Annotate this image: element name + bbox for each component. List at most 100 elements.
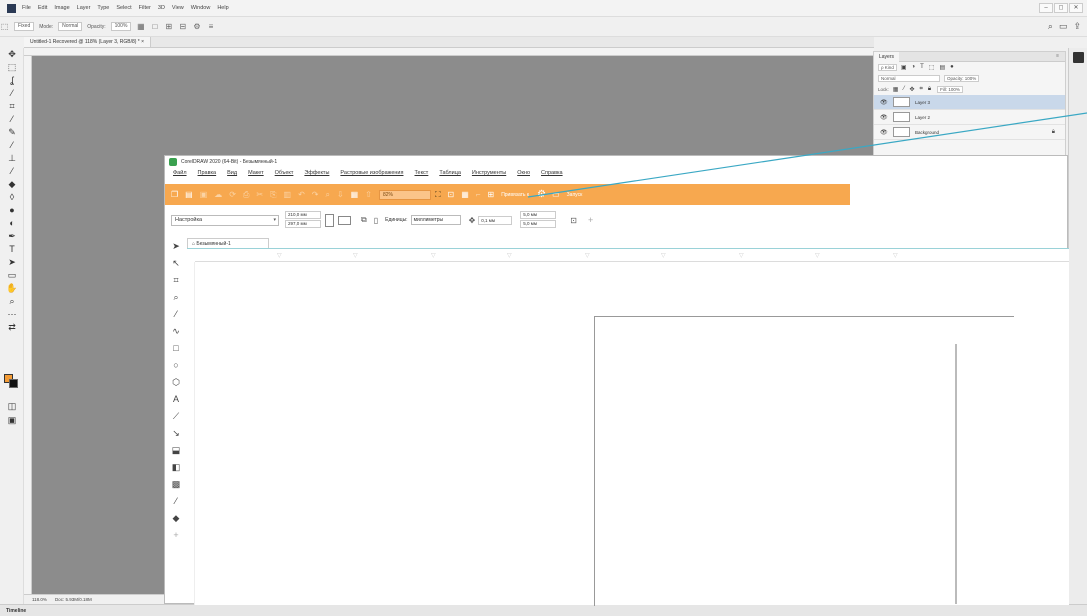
units-select[interactable]: миллиметры: [410, 215, 461, 225]
artistic-media-tool-icon[interactable]: ∿: [169, 323, 183, 340]
polygon-tool-icon[interactable]: ⬡: [169, 374, 183, 391]
ellipse-tool-icon[interactable]: ○: [169, 357, 183, 374]
blur-tool-icon[interactable]: ●: [0, 204, 24, 217]
path-select-tool-icon[interactable]: ➤: [0, 256, 24, 269]
ps-menu-edit[interactable]: Edit: [38, 5, 47, 11]
layer-row-layer-2[interactable]: 👁︎ Layer 2: [874, 110, 1065, 125]
lasso-tool-icon[interactable]: ʆ: [0, 74, 24, 87]
cd-menu-edit[interactable]: Правка: [198, 170, 217, 176]
new-selection-icon[interactable]: □: [150, 22, 159, 31]
cloud-icon[interactable]: ☁: [214, 190, 222, 199]
panel-menu-icon[interactable]: ≡: [1056, 53, 1059, 59]
page-width-field[interactable]: 210,0 мм: [285, 211, 321, 219]
lock-position-icon[interactable]: ✥: [909, 86, 914, 93]
cd-menu-file[interactable]: Файл: [173, 170, 187, 176]
style-select[interactable]: Fixed: [14, 22, 35, 31]
quick-select-tool-icon[interactable]: ⁄: [0, 87, 24, 100]
print-icon[interactable]: ⎙: [243, 190, 249, 200]
share-icon[interactable]: ⇪: [1073, 21, 1081, 32]
ps-menu-filter[interactable]: Filter: [139, 5, 151, 11]
cd-menu-table[interactable]: Таблица: [439, 170, 461, 176]
show-guides-icon[interactable]: ⌐: [476, 190, 481, 199]
duplicate-y-field[interactable]: 5,0 мм: [520, 220, 557, 228]
dodge-tool-icon[interactable]: ◐: [0, 217, 24, 230]
zoom-level-select[interactable]: 82%: [378, 189, 431, 200]
ps-document-tab[interactable]: Untitled-1 Recovered @ 118% (Layer 3, RG…: [24, 37, 152, 47]
cd-menu-tools[interactable]: Инструменты: [472, 170, 506, 176]
pick-tool-icon[interactable]: ➤: [169, 238, 183, 255]
ps-menu-window[interactable]: Window: [191, 5, 211, 11]
full-screen-icon[interactable]: ⛶: [435, 190, 441, 200]
background-color-swatch[interactable]: [9, 379, 18, 388]
redo-icon[interactable]: ↷: [312, 190, 319, 199]
brush-tool-icon[interactable]: ⁄: [0, 139, 24, 152]
options-gear-icon[interactable]: ⚙: [537, 189, 546, 200]
portrait-orientation-icon[interactable]: [325, 213, 334, 227]
pen-tool-icon[interactable]: ✒: [0, 230, 24, 243]
ps-menu-file[interactable]: File: [22, 5, 31, 11]
cd-menu-object[interactable]: Объект: [275, 170, 294, 176]
copy-icon[interactable]: ⎘: [270, 190, 276, 200]
search-icon[interactable]: ⌕: [325, 190, 329, 200]
screen-mode-icon[interactable]: ▣: [0, 414, 24, 427]
transparency-tool-icon[interactable]: ▩: [169, 476, 183, 493]
lock-artboard-icon[interactable]: ⌗: [919, 86, 922, 93]
cd-document-tab[interactable]: ⌂ Безымянный-1: [187, 238, 269, 248]
ps-menu-view[interactable]: View: [172, 5, 184, 11]
import-icon[interactable]: ⇩: [337, 190, 344, 199]
settings-gear-icon[interactable]: ⚙: [192, 22, 201, 31]
all-pages-icon[interactable]: ⧉: [361, 215, 367, 225]
workspace-icon[interactable]: ▭: [1059, 21, 1068, 32]
rectangle-tool-icon[interactable]: ▭: [0, 269, 24, 282]
duplicate-x-field[interactable]: 5,0 мм: [520, 211, 557, 219]
shape-tool-icon[interactable]: ↖: [169, 255, 183, 272]
connector-tool-icon[interactable]: ↘: [169, 425, 183, 442]
lock-all-icon[interactable]: 🔒︎: [928, 86, 931, 93]
blend-tool-icon[interactable]: ⬓: [169, 442, 183, 459]
ps-menu-layer[interactable]: Layer: [77, 5, 91, 11]
cd-drawing-area[interactable]: [195, 262, 1069, 606]
new-document-icon[interactable]: ❐: [171, 190, 178, 199]
layers-panel-icon[interactable]: [1072, 52, 1084, 63]
cd-menu-effects[interactable]: Эффекты: [304, 170, 329, 176]
ps-menu-select[interactable]: Select: [116, 5, 131, 11]
cd-menu-help[interactable]: Справка: [541, 170, 563, 176]
cd-menu-view[interactable]: Вид: [227, 170, 237, 176]
layer-row-background[interactable]: 👁︎ Background 🔒︎: [874, 125, 1065, 140]
rectangle-tool-icon[interactable]: □: [169, 340, 183, 357]
snap-icon[interactable]: ⊞: [487, 190, 494, 199]
landscape-orientation-icon[interactable]: [338, 215, 351, 225]
minimize-button[interactable]: –: [1039, 3, 1053, 13]
layers-tab[interactable]: Layers: [874, 52, 900, 62]
page-preset-select[interactable]: Настройка: [171, 214, 279, 226]
snap-to-dropdown[interactable]: Привязать к: [501, 192, 529, 198]
add-tool-icon[interactable]: +: [169, 527, 183, 544]
lock-transparency-icon[interactable]: ▦: [893, 86, 899, 93]
eraser-tool-icon[interactable]: ◆: [0, 178, 24, 191]
add-selection-icon[interactable]: ⊞: [164, 22, 173, 31]
eyedropper-tool-icon[interactable]: ⁄: [169, 493, 183, 510]
cd-menu-bitmaps[interactable]: Растровые изображения: [340, 170, 403, 176]
fill-field[interactable]: Fill: 100%: [937, 86, 963, 93]
crop-tool-icon[interactable]: ⌗: [0, 100, 24, 113]
stamp-tool-icon[interactable]: ⊥: [0, 152, 24, 165]
type-tool-icon[interactable]: T: [0, 243, 24, 256]
open-icon[interactable]: ▤: [185, 190, 193, 199]
launch-dropdown[interactable]: Запуск: [567, 192, 583, 198]
zoom-tool-icon[interactable]: ⌕: [169, 289, 183, 306]
shape-filter-icon[interactable]: ⬚: [929, 64, 935, 71]
subtract-selection-icon[interactable]: ⊟: [178, 22, 187, 31]
text-tool-icon[interactable]: A: [169, 391, 183, 408]
visibility-eye-icon[interactable]: 👁︎: [880, 99, 890, 106]
mode-select[interactable]: Normal: [58, 22, 83, 31]
ps-menu-type[interactable]: Type: [97, 5, 109, 11]
fill-tool-icon[interactable]: ◆: [169, 510, 183, 527]
home-icon[interactable]: ⌂: [192, 241, 195, 247]
ps-menu-image[interactable]: Image: [54, 5, 69, 11]
align-icon[interactable]: ≡: [206, 22, 215, 31]
brush-preset-icon[interactable]: ▦: [136, 22, 145, 31]
gradient-tool-icon[interactable]: ◊: [0, 191, 24, 204]
visibility-eye-icon[interactable]: 👁︎: [880, 114, 890, 121]
export-icon[interactable]: ▦: [351, 190, 359, 199]
parallel-dimension-tool-icon[interactable]: ⟋: [169, 408, 183, 425]
